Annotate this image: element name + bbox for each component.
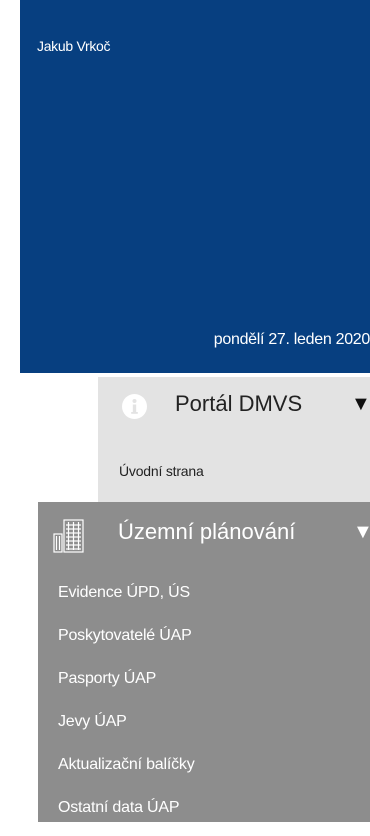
portal-dmvs-section: Portál DMVS ▼ Úvodní strana <box>98 377 370 513</box>
chevron-down-icon: ▼ <box>353 521 370 543</box>
user-name[interactable]: Jakub Vrkoč <box>37 38 111 54</box>
portal-dmvs-title: Portál DMVS <box>175 391 303 416</box>
menu-item-poskytovatele-uap[interactable]: Poskytovatelé ÚAP <box>58 627 192 645</box>
menu-item-uvodni-strana[interactable]: Úvodní strana <box>119 463 204 479</box>
building-icon <box>53 519 84 553</box>
chevron-down-icon: ▼ <box>351 393 370 415</box>
portal-dmvs-toggle[interactable]: Portál DMVS ▼ <box>98 377 370 437</box>
menu-item-pasporty-uap[interactable]: Pasporty ÚAP <box>58 670 156 688</box>
menu-item-aktualizacni-balicky[interactable]: Aktualizační balíčky <box>58 756 195 774</box>
menu-item-ostatni-data-uap[interactable]: Ostatní data ÚAP <box>58 799 180 817</box>
current-date: pondělí 27. leden 2020 <box>213 331 370 348</box>
uzemni-planovani-toggle[interactable]: Územní plánování ▼ <box>38 502 370 566</box>
uzemni-planovani-title: Územní plánování <box>118 519 296 544</box>
user-header: Jakub Vrkoč pondělí 27. leden 2020 <box>20 0 370 373</box>
menu-item-evidence-upd-us[interactable]: Evidence ÚPD, ÚS <box>58 584 190 602</box>
page: Jakub Vrkoč pondělí 27. leden 2020 Portá… <box>0 0 370 836</box>
info-icon <box>122 394 147 419</box>
menu-item-jevy-uap[interactable]: Jevy ÚAP <box>58 713 127 731</box>
uzemni-planovani-section: Územní plánování ▼ Evidence ÚPD, ÚS Posk… <box>38 502 370 822</box>
